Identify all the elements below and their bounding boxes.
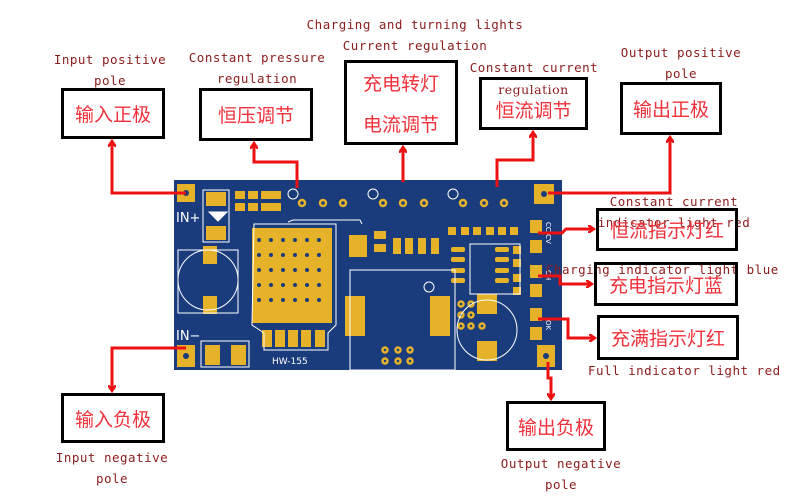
cc-indicator-box: 恒流指示灯红 [596, 208, 738, 251]
arrow-output-positive [548, 138, 670, 195]
output-negative-box: 输出负极 [506, 401, 606, 451]
constant-current-box: regulation 恒流调节 [479, 77, 588, 130]
in-minus-label: IN− [176, 329, 200, 344]
charging-turning-box: 充电转灯 电流调节 [344, 60, 458, 145]
constant-current-label: Constant current [469, 60, 599, 75]
input-positive-label: Input positive pole [53, 52, 167, 88]
in-plus-label: IN+ [176, 211, 200, 226]
full-indicator-label: Full indicator light red [588, 363, 781, 378]
arrow-constant-current [495, 133, 533, 187]
charging-turning-label: Charging and turning lights Current regul… [306, 17, 524, 53]
full-indicator-box: 充满指示灯红 [597, 315, 739, 360]
output-negative-label: Output negative pole [500, 456, 622, 492]
input-negative-label: Input negative pole [55, 450, 169, 486]
output-positive-label: Output positive pole [620, 45, 742, 81]
input-positive-box: 输入正极 [61, 88, 165, 139]
model-label: HW-155 [272, 357, 308, 367]
input-negative-box: 输入负极 [61, 393, 165, 443]
output-positive-box: 输出正极 [620, 82, 722, 135]
constant-pressure-box: 恒压调节 [199, 88, 313, 141]
ok-label: OK [544, 320, 552, 331]
pcb-board: IN+ IN− HW-155 CC/CV CH OK [174, 180, 562, 371]
charging-indicator-box: 充电指示灯蓝 [594, 262, 738, 306]
